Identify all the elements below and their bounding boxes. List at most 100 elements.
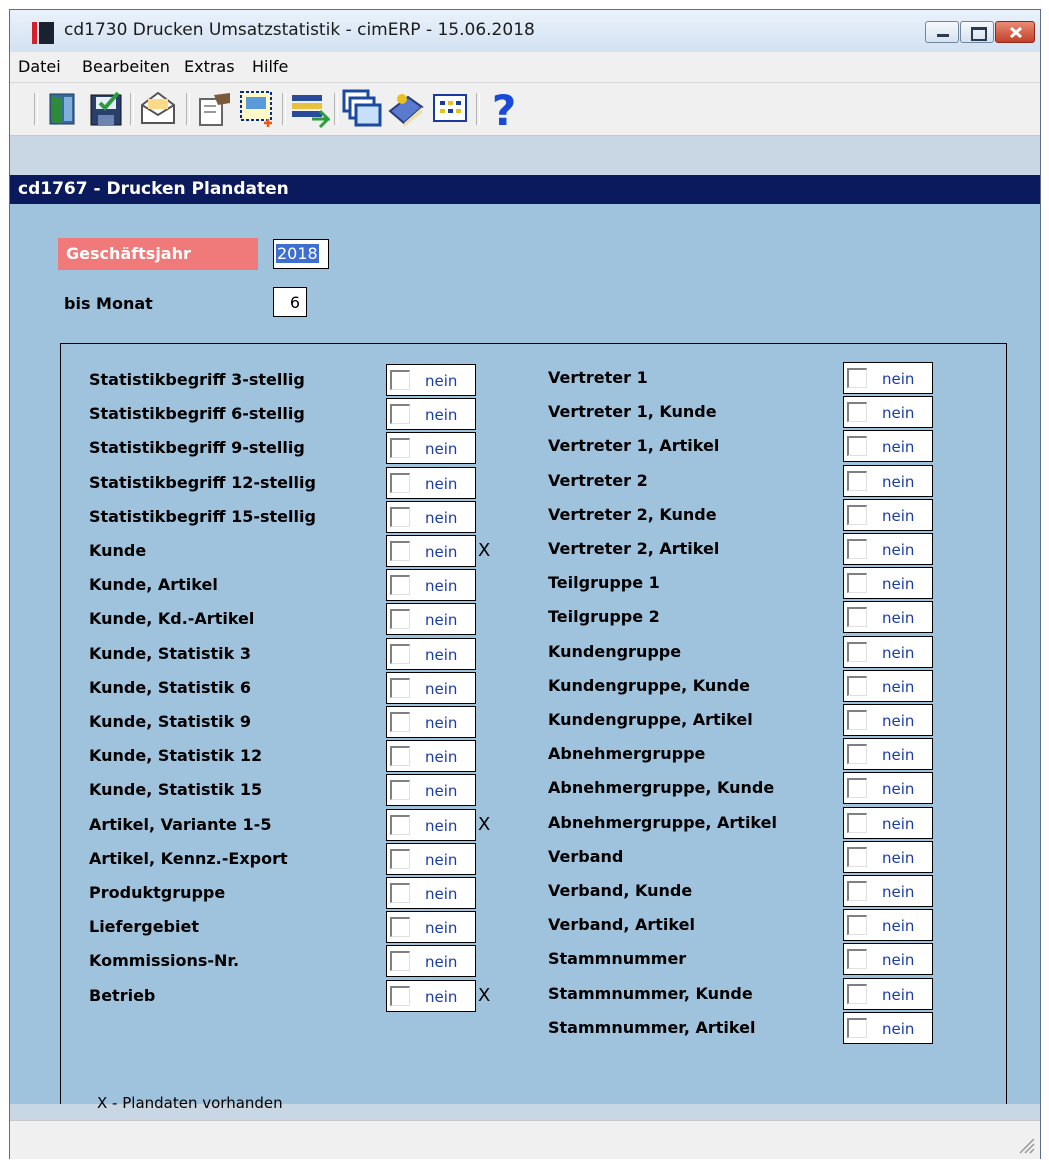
title-bar[interactable]: cd1730 Drucken Umsatzstatistik - cimERP … xyxy=(10,10,1040,53)
option-checkbox[interactable]: nein xyxy=(386,945,476,978)
checkbox-square[interactable] xyxy=(847,744,867,765)
option-checkbox[interactable]: nein xyxy=(386,911,476,944)
option-checkbox[interactable]: nein xyxy=(843,567,933,600)
option-checkbox[interactable]: nein xyxy=(843,533,933,565)
legend-text: X - Plandaten vorhanden xyxy=(97,1094,283,1112)
checkbox-square[interactable] xyxy=(390,677,410,698)
select-icon[interactable] xyxy=(238,89,278,129)
checkbox-square[interactable] xyxy=(390,609,410,630)
checkbox-square[interactable] xyxy=(847,846,867,867)
exit-icon[interactable] xyxy=(42,89,82,129)
checkbox-square[interactable] xyxy=(390,848,410,869)
checkbox-square[interactable] xyxy=(390,712,410,732)
geschaeftsjahr-input[interactable]: 2018 xyxy=(273,239,329,269)
option-checkbox[interactable]: nein xyxy=(843,498,933,531)
menu-bearbeiten[interactable]: Bearbeiten xyxy=(82,57,170,76)
option-checkbox[interactable]: nein xyxy=(386,740,476,773)
menu-hilfe[interactable]: Hilfe xyxy=(252,57,288,76)
checkbox-square[interactable] xyxy=(847,915,867,936)
checkbox-square[interactable] xyxy=(390,404,410,425)
checkbox-square[interactable] xyxy=(390,814,410,835)
help-icon[interactable]: ? xyxy=(484,89,524,129)
option-checkbox[interactable]: nein xyxy=(843,840,933,873)
checkbox-square[interactable] xyxy=(847,368,867,388)
option-checkbox[interactable]: nein xyxy=(843,909,933,942)
checkbox-square[interactable] xyxy=(390,746,410,767)
minimize-button[interactable] xyxy=(925,21,959,43)
checkbox-square[interactable] xyxy=(847,402,867,423)
option-checkbox[interactable]: nein xyxy=(386,466,476,499)
checkbox-square[interactable] xyxy=(390,985,410,1006)
option-checkbox[interactable]: nein xyxy=(386,671,476,704)
checkbox-square[interactable] xyxy=(847,641,867,662)
checkbox-square[interactable] xyxy=(847,539,867,559)
option-checkbox[interactable]: nein xyxy=(386,877,476,909)
checkbox-square[interactable] xyxy=(390,917,410,938)
checkbox-square[interactable] xyxy=(390,883,410,903)
checkbox-square[interactable] xyxy=(847,812,867,833)
checkbox-square[interactable] xyxy=(390,780,410,801)
option-checkbox[interactable]: nein xyxy=(386,398,476,431)
option-checkbox[interactable]: nein xyxy=(386,979,476,1012)
option-checkbox[interactable]: nein xyxy=(843,669,933,702)
checkbox-square[interactable] xyxy=(847,1017,867,1038)
option-checkbox[interactable]: nein xyxy=(843,738,933,771)
option-checkbox[interactable]: nein xyxy=(843,362,933,394)
option-checkbox[interactable]: nein xyxy=(843,396,933,429)
checkbox-square[interactable] xyxy=(847,675,867,696)
checkbox-square[interactable] xyxy=(390,370,410,390)
checkbox-square[interactable] xyxy=(390,951,410,972)
option-checkbox[interactable]: nein xyxy=(843,806,933,839)
option-checkbox[interactable]: nein xyxy=(386,808,476,841)
option-checkbox[interactable]: nein xyxy=(843,772,933,805)
option-checkbox[interactable]: nein xyxy=(843,464,933,497)
option-checkbox[interactable]: nein xyxy=(843,875,933,907)
checkbox-square[interactable] xyxy=(390,506,410,527)
checkbox-square[interactable] xyxy=(847,881,867,901)
mail-icon[interactable] xyxy=(138,89,178,129)
option-checkbox[interactable]: nein xyxy=(386,500,476,533)
settings-icon[interactable] xyxy=(196,89,236,129)
checkbox-square[interactable] xyxy=(847,710,867,730)
option-checkbox[interactable]: nein xyxy=(386,535,476,567)
menu-extras[interactable]: Extras xyxy=(184,57,235,76)
option-checkbox[interactable]: nein xyxy=(386,364,476,396)
checkbox-square[interactable] xyxy=(390,575,410,596)
menu-datei[interactable]: Datei xyxy=(18,57,61,76)
close-button[interactable] xyxy=(995,21,1035,43)
option-checkbox[interactable]: nein xyxy=(843,977,933,1010)
book-icon[interactable] xyxy=(386,89,426,129)
list-icon[interactable] xyxy=(290,89,330,129)
checkbox-square[interactable] xyxy=(847,949,867,970)
option-checkbox[interactable]: nein xyxy=(843,635,933,668)
option-checkbox[interactable]: nein xyxy=(386,432,476,465)
option-checkbox[interactable]: nein xyxy=(386,603,476,636)
checkbox-square[interactable] xyxy=(847,607,867,628)
checkbox-square[interactable] xyxy=(847,778,867,799)
checkbox-square[interactable] xyxy=(390,541,410,561)
checkbox-square[interactable] xyxy=(390,643,410,664)
checkbox-square[interactable] xyxy=(847,504,867,525)
option-checkbox[interactable]: nein xyxy=(386,637,476,670)
checkbox-square[interactable] xyxy=(847,573,867,594)
windows-icon[interactable] xyxy=(342,89,382,129)
save-icon[interactable] xyxy=(86,89,126,129)
option-checkbox[interactable]: nein xyxy=(843,430,933,463)
option-checkbox[interactable]: nein xyxy=(843,704,933,736)
bis-monat-input[interactable]: 6 xyxy=(273,287,307,317)
checkbox-square[interactable] xyxy=(847,470,867,491)
maximize-button[interactable] xyxy=(960,21,994,43)
checkbox-square[interactable] xyxy=(847,983,867,1004)
resize-grip-icon[interactable] xyxy=(1016,1135,1036,1155)
option-checkbox[interactable]: nein xyxy=(843,1011,933,1044)
checkbox-square[interactable] xyxy=(390,472,410,493)
option-checkbox[interactable]: nein xyxy=(386,569,476,602)
option-checkbox[interactable]: nein xyxy=(843,601,933,634)
checkbox-square[interactable] xyxy=(390,438,410,459)
option-checkbox[interactable]: nein xyxy=(386,706,476,738)
option-checkbox[interactable]: nein xyxy=(386,842,476,875)
checkbox-square[interactable] xyxy=(847,436,867,457)
option-checkbox[interactable]: nein xyxy=(386,774,476,807)
grid-icon[interactable] xyxy=(430,89,470,129)
option-checkbox[interactable]: nein xyxy=(843,943,933,976)
